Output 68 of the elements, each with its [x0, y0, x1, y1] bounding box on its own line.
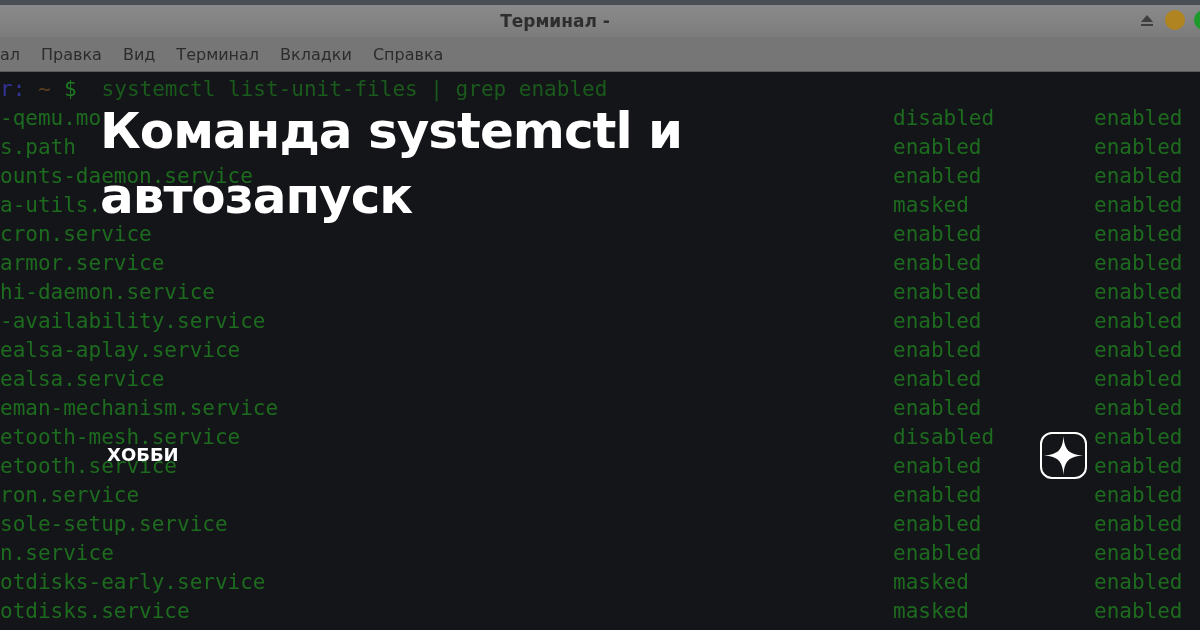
- unit-name: sole-setup.service: [0, 516, 228, 533]
- unit-preset: enabled: [1094, 226, 1183, 243]
- unit-state: enabled: [893, 545, 982, 562]
- unit-preset: enabled: [1094, 371, 1183, 388]
- unit-name: ron.service: [0, 487, 140, 504]
- unit-name: a-utils.: [0, 197, 102, 214]
- unit-state: enabled: [893, 284, 982, 301]
- unit-preset: enabled: [1094, 110, 1183, 127]
- unit-preset: enabled: [1094, 139, 1183, 156]
- unit-state: enabled: [893, 168, 982, 185]
- unit-preset: enabled: [1094, 487, 1183, 504]
- unit-state: masked: [893, 574, 969, 591]
- unit-preset: enabled: [1094, 429, 1183, 446]
- window-title: Терминал -: [500, 11, 610, 31]
- unit-name: -availability.service: [0, 313, 266, 330]
- unit-preset: enabled: [1094, 197, 1183, 214]
- unit-state: enabled: [893, 139, 982, 156]
- window-control[interactable]: [1165, 10, 1185, 30]
- unit-preset: enabled: [1094, 342, 1183, 359]
- unit-name: cron.service: [0, 226, 152, 243]
- menu-item[interactable]: Терминал: [176, 44, 260, 64]
- unit-state: enabled: [893, 400, 982, 417]
- unit-name: armor.service: [0, 255, 165, 272]
- unit-preset: enabled: [1094, 574, 1183, 591]
- menu-item[interactable]: Правка: [41, 44, 102, 64]
- prompt-user: r:: [0, 81, 26, 98]
- unit-preset: enabled: [1094, 313, 1183, 330]
- unit-state: disabled: [893, 429, 995, 446]
- unit-name: hi-daemon.service: [0, 284, 215, 301]
- unit-state: enabled: [893, 458, 982, 475]
- eject-icon[interactable]: [1141, 14, 1153, 26]
- unit-preset: enabled: [1094, 284, 1183, 301]
- article-title: автозапуск: [100, 184, 413, 225]
- unit-name: -qemu.mo: [0, 110, 102, 127]
- unit-state: enabled: [893, 487, 982, 504]
- unit-state: disabled: [893, 110, 995, 127]
- unit-name: ealsa-aplay.service: [0, 342, 241, 359]
- unit-state: enabled: [893, 226, 982, 243]
- unit-name: s.path: [0, 139, 76, 156]
- article-title: Команда systemctl и: [100, 102, 683, 162]
- prompt-symbol: $: [63, 81, 77, 98]
- unit-name: ounts-daemon.service: [0, 168, 253, 185]
- unit-name: etooth-mesh.service: [0, 429, 241, 446]
- unit-name: ealsa.service: [0, 371, 165, 388]
- unit-state: enabled: [893, 516, 982, 533]
- prompt-path: ~: [38, 81, 51, 98]
- unit-state: enabled: [893, 371, 982, 388]
- unit-preset: enabled: [1094, 400, 1183, 417]
- menu-item[interactable]: Вид: [122, 44, 156, 64]
- unit-preset: enabled: [1094, 168, 1183, 185]
- unit-state: masked: [893, 197, 969, 214]
- unit-name: otdisks.service: [0, 603, 190, 620]
- unit-preset: enabled: [1094, 603, 1183, 620]
- menu-item[interactable]: ал: [0, 44, 21, 64]
- unit-state: enabled: [893, 342, 982, 359]
- unit-preset: enabled: [1094, 255, 1183, 272]
- sparkle-logo-icon: [1040, 432, 1087, 479]
- unit-state: masked: [893, 603, 969, 620]
- unit-name: n.service: [0, 545, 114, 562]
- unit-preset: enabled: [1094, 516, 1183, 533]
- unit-state: enabled: [893, 255, 982, 272]
- unit-preset: enabled: [1094, 545, 1183, 562]
- unit-state: enabled: [893, 313, 982, 330]
- unit-preset: enabled: [1094, 458, 1183, 475]
- unit-name: otdisks-early.service: [0, 574, 266, 591]
- menu-item[interactable]: Вкладки: [280, 44, 352, 64]
- menu-item[interactable]: Справка: [372, 44, 444, 64]
- unit-name: eman-mechanism.service: [0, 400, 279, 417]
